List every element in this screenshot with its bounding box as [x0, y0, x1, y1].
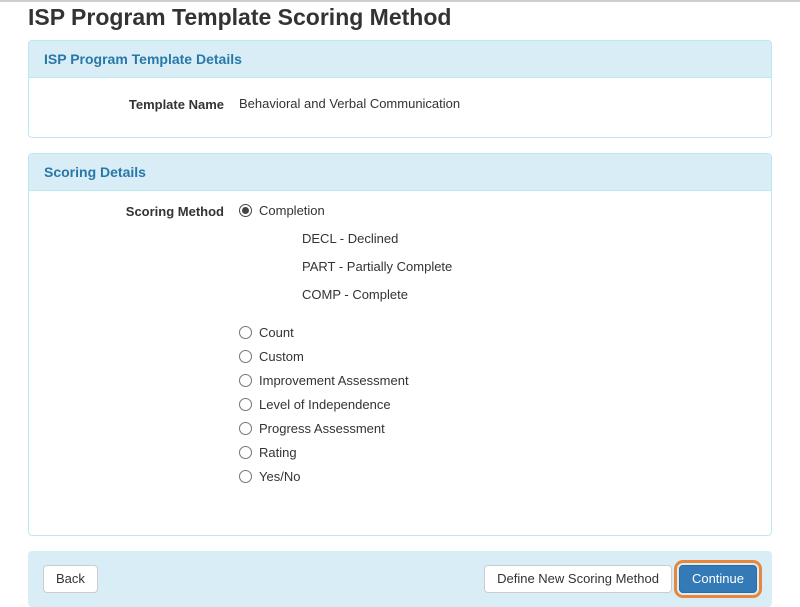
radio-icon[interactable] [239, 470, 252, 483]
option-sublabel: COMP - Complete [302, 287, 408, 302]
template-details-panel: ISP Program Template Details Template Na… [28, 40, 772, 138]
footer-action-bar: Back Define New Scoring Method Continue [28, 551, 772, 607]
radio-option-label: Completion [259, 203, 325, 218]
scoring-details-panel-header: Scoring Details [29, 154, 771, 191]
radio-option[interactable]: Count [239, 325, 452, 340]
radio-option-label: Yes/No [259, 469, 301, 484]
option-sublabels: DECL - Declined PART - Partially Complete… [302, 232, 452, 302]
radio-option-label: Count [259, 325, 294, 340]
template-name-row: Template Name Behavioral and Verbal Comm… [44, 96, 756, 112]
radio-option-label: Rating [259, 445, 297, 460]
radio-icon[interactable] [239, 350, 252, 363]
template-name-label: Template Name [128, 97, 224, 112]
radio-option[interactable]: Yes/No [239, 469, 452, 484]
radio-icon[interactable] [239, 374, 252, 387]
radio-option[interactable]: Completion [239, 203, 452, 218]
radio-option-label: Progress Assessment [259, 421, 385, 436]
radio-options: Completion DECL - Declined PART - Partiall… [239, 203, 452, 493]
radio-option[interactable]: Custom [239, 349, 452, 364]
scoring-details-panel: Scoring Details Scoring Method Completio… [28, 153, 772, 536]
option-sublabel: PART - Partially Complete [302, 259, 453, 274]
scoring-method-label: Scoring Method [125, 204, 224, 219]
radio-icon[interactable] [239, 398, 252, 411]
radio-option-label: Improvement Assessment [259, 373, 409, 388]
scoring-method-row: Scoring Method Completion DECL - Declined… [44, 203, 756, 493]
radio-icon[interactable] [239, 326, 252, 339]
radio-option[interactable]: Level of Independence [239, 397, 452, 412]
radio-option[interactable]: Rating [239, 445, 452, 460]
page-container: ISP Program Template Scoring Method ISP … [0, 2, 800, 607]
define-new-scoring-method-button[interactable]: Define New Scoring Method [484, 565, 672, 593]
radio-option-label: Custom [259, 349, 304, 364]
footer-right-buttons: Define New Scoring Method Continue [484, 560, 763, 598]
radio-icon[interactable] [239, 446, 252, 459]
continue-button[interactable]: Continue [673, 560, 763, 598]
scoring-details-panel-body: Scoring Method Completion DECL - Declined… [29, 191, 771, 535]
radio-option-label: Level of Independence [259, 397, 391, 412]
radio-option[interactable]: Progress Assessment [239, 421, 452, 436]
template-name-value: Behavioral and Verbal Communication [239, 96, 461, 111]
back-button[interactable]: Back [43, 565, 98, 593]
template-details-panel-header: ISP Program Template Details [29, 41, 771, 78]
template-details-panel-body: Template Name Behavioral and Verbal Comm… [29, 78, 771, 137]
radio-icon[interactable] [239, 204, 252, 217]
radio-option[interactable]: Improvement Assessment [239, 373, 452, 388]
option-sublabel: DECL - Declined [302, 231, 399, 246]
radio-icon[interactable] [239, 422, 252, 435]
page-title: ISP Program Template Scoring Method [28, 4, 452, 30]
